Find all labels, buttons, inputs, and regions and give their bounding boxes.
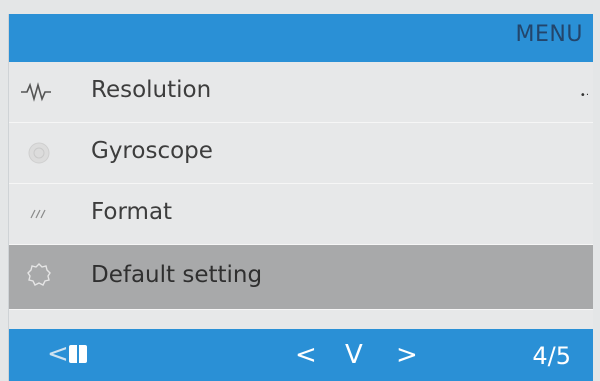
bottom-bar: < < V > 4/5 — [9, 329, 593, 381]
waveform-icon — [21, 78, 57, 106]
menu-title: MENU — [515, 22, 583, 47]
top-bar: MENU — [9, 14, 593, 62]
menu-list: Resolution •· Gyroscope Format Default s… — [9, 62, 593, 310]
menu-item-label: Gyroscope — [91, 138, 213, 164]
menu-item-label: Default setting — [91, 262, 263, 288]
device-screen: MENU Resolution •· Gyroscope Format Defa… — [8, 14, 593, 381]
menu-item-format[interactable]: Format — [9, 184, 593, 245]
back-chevron-icon[interactable]: < — [47, 339, 69, 369]
gyroscope-icon — [21, 139, 57, 167]
page-indicator: 4/5 — [532, 342, 571, 370]
nav-left-button[interactable]: < — [295, 340, 317, 370]
scroll-edge-marker: •· — [579, 90, 589, 101]
menu-item-gyroscope[interactable]: Gyroscope — [9, 123, 593, 184]
grid-view-icon[interactable] — [69, 345, 87, 363]
menu-item-label: Resolution — [91, 77, 212, 103]
gear-outline-icon — [21, 261, 57, 289]
nav-down-button[interactable]: V — [345, 340, 363, 370]
menu-item-default-setting[interactable]: Default setting — [9, 245, 593, 310]
menu-item-resolution[interactable]: Resolution •· — [9, 62, 593, 123]
menu-item-label: Format — [91, 199, 173, 225]
nav-right-button[interactable]: > — [396, 340, 418, 370]
format-icon — [21, 200, 57, 228]
